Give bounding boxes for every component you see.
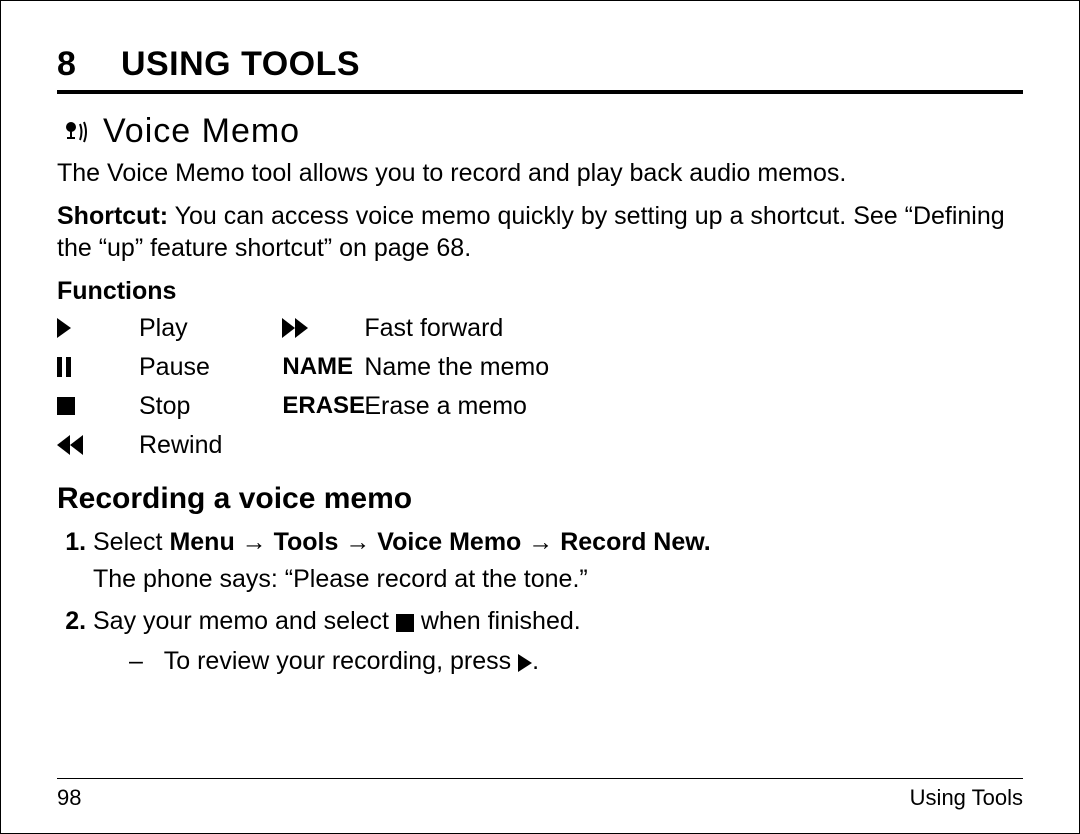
chapter-title: USING TOOLS (121, 45, 360, 83)
function-label: Stop (139, 392, 190, 421)
functions-right-column: Fast forward NAME Name the memo ERASE Er… (282, 314, 549, 460)
functions-left-column: Play Pause Stop Rewind (57, 314, 222, 460)
chapter-number: 8 (57, 45, 111, 84)
functions-heading: Functions (57, 277, 1023, 306)
step2-sub-before: – To review your recording, press (129, 647, 518, 675)
function-row: Rewind (57, 431, 222, 460)
functions-table: Play Pause Stop Rewind (57, 314, 1023, 460)
shortcut-label: Shortcut: (57, 202, 168, 230)
step2-sub-after: . (532, 647, 539, 675)
function-label: Name the memo (364, 353, 549, 382)
step2-before: Say your memo and select (93, 607, 396, 635)
stop-icon (57, 397, 127, 415)
function-label: Pause (139, 353, 210, 382)
step1-line2: The phone says: “Please record at the to… (93, 563, 1023, 597)
step1-menu-path: Menu → Tools → Voice Memo → Record New. (169, 528, 710, 556)
step1-prefix: Select (93, 528, 169, 556)
recording-heading: Recording a voice memo (57, 482, 1023, 516)
function-row: Stop (57, 392, 222, 421)
page-number: 98 (57, 785, 81, 811)
step-2: Say your memo and select when finished. … (93, 605, 1023, 680)
function-row: Fast forward (282, 314, 549, 343)
stop-icon (396, 608, 414, 642)
section-title: Voice Memo (103, 112, 300, 151)
fast-forward-icon (282, 318, 352, 338)
shortcut-text: You can access voice memo quickly by set… (57, 202, 1005, 263)
name-text-icon: NAME (282, 353, 352, 381)
step2-after: when finished. (414, 607, 581, 635)
play-icon (518, 648, 532, 682)
rewind-icon (57, 435, 127, 455)
function-row: Pause (57, 353, 222, 382)
function-row: Play (57, 314, 222, 343)
erase-text-icon: ERASE (282, 392, 352, 420)
chapter-heading: 8 USING TOOLS (57, 45, 1023, 84)
function-label: Fast forward (364, 314, 503, 343)
pause-icon (57, 357, 127, 377)
microphone-sound-icon (61, 117, 91, 147)
function-label: Play (139, 314, 188, 343)
page-footer: 98 Using Tools (57, 778, 1023, 811)
function-label: Rewind (139, 431, 222, 460)
section-heading: Voice Memo (57, 112, 1023, 151)
shortcut-paragraph: Shortcut: You can access voice memo quic… (57, 200, 1023, 265)
recording-steps: Select Menu → Tools → Voice Memo → Recor… (57, 526, 1023, 680)
step2-sub: – To review your recording, press . (93, 645, 1023, 679)
section-intro: The Voice Memo tool allows you to record… (57, 157, 1023, 190)
play-icon (57, 318, 127, 338)
function-row: NAME Name the memo (282, 353, 549, 382)
footer-section: Using Tools (910, 785, 1023, 811)
manual-page: 8 USING TOOLS Voice Memo The Voice Memo … (0, 0, 1080, 834)
function-row: ERASE Erase a memo (282, 392, 549, 421)
step-1: Select Menu → Tools → Voice Memo → Recor… (93, 526, 1023, 598)
function-label: Erase a memo (364, 392, 527, 421)
heading-rule (57, 90, 1023, 94)
